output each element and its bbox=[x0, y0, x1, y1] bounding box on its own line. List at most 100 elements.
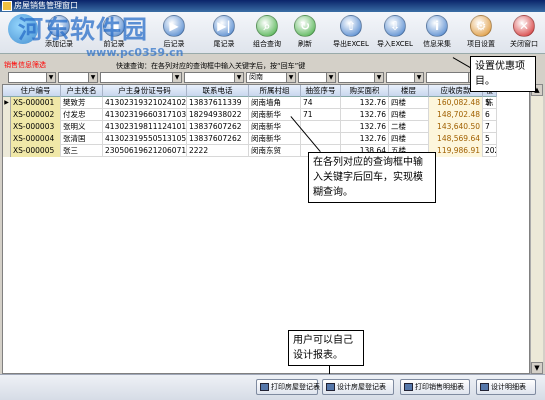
table-row[interactable]: XS-000004 张清国 413023195505131054 1383760726… bbox=[3, 133, 497, 145]
table-cell[interactable]: 413023198111241019 bbox=[103, 121, 187, 133]
chevron-down-icon[interactable]: ▼ bbox=[326, 73, 335, 82]
column-header[interactable]: 住户编号 bbox=[11, 85, 61, 97]
table-cell[interactable]: 张三 bbox=[61, 145, 103, 157]
table-cell[interactable]: 41302319321024102X bbox=[103, 97, 187, 109]
chevron-down-icon[interactable]: ▼ bbox=[286, 73, 295, 82]
row-indicator[interactable] bbox=[3, 121, 11, 133]
table-cell[interactable]: 148,569.64 bbox=[429, 133, 483, 145]
table-cell[interactable]: 闵南东贸 bbox=[249, 145, 301, 157]
table-cell[interactable]: 13837607262 bbox=[187, 121, 249, 133]
filter-select-col-7[interactable]: ▼ bbox=[338, 72, 384, 83]
column-header[interactable]: 所属村组 bbox=[249, 85, 301, 97]
row-indicator[interactable] bbox=[3, 145, 11, 157]
table-cell[interactable]: 119,986.91 bbox=[429, 145, 483, 157]
table-cell[interactable] bbox=[301, 121, 341, 133]
search-icon: ⌕ bbox=[256, 15, 278, 37]
column-header[interactable]: 联系电话 bbox=[187, 85, 249, 97]
table-cell[interactable]: XS-000003 bbox=[11, 121, 61, 133]
toolbar-button-info[interactable]: i 信息采集 bbox=[414, 13, 460, 53]
table-cell[interactable]: 132.76 bbox=[341, 97, 389, 109]
watermark-url: www.pc0359.cn bbox=[86, 46, 184, 59]
table-cell[interactable]: 闵南墙角 bbox=[249, 97, 301, 109]
table-cell[interactable]: 13837611339 bbox=[187, 97, 249, 109]
table-row[interactable]: ▶ XS-000001 樊致芳 41302319321024102X 138376113… bbox=[3, 97, 497, 109]
column-header[interactable]: 购买面积 bbox=[341, 85, 389, 97]
footer-button-4[interactable]: 设计明细表 bbox=[476, 379, 536, 395]
column-header[interactable]: 户主姓名 bbox=[61, 85, 103, 97]
toolbar-button-settings[interactable]: ⚙ 项目设置 bbox=[458, 13, 504, 53]
table-cell[interactable]: 二楼 bbox=[389, 121, 429, 133]
table-cell[interactable]: 132.76 bbox=[341, 133, 389, 145]
scroll-down-button[interactable]: ▼ bbox=[531, 362, 543, 374]
callout-pointer bbox=[452, 57, 471, 68]
footer-button-2[interactable]: 设计房屋登记表 bbox=[322, 379, 394, 395]
column-header[interactable]: 户主身份证号码 bbox=[103, 85, 187, 97]
table-cell[interactable]: XS-000002 bbox=[11, 109, 61, 121]
filter-select-col-4[interactable]: ▼ bbox=[184, 72, 244, 83]
chevron-down-icon[interactable]: ▼ bbox=[88, 73, 97, 82]
filter-select-col-3[interactable]: ▼ bbox=[100, 72, 182, 83]
table-cell[interactable]: 四楼 bbox=[389, 109, 429, 121]
chevron-down-icon[interactable]: ▼ bbox=[172, 73, 181, 82]
table-cell[interactable]: XS-000005 bbox=[11, 145, 61, 157]
toolbar-button-export[interactable]: ⇧ 导出EXCEL bbox=[328, 13, 374, 53]
table-cell[interactable]: 132.76 bbox=[341, 121, 389, 133]
table-cell[interactable]: 18294938022 bbox=[187, 109, 249, 121]
filter-select-col-8[interactable]: ▼ bbox=[386, 72, 424, 83]
table-cell[interactable]: 5 bbox=[483, 133, 497, 145]
row-indicator[interactable] bbox=[3, 109, 11, 121]
toolbar-button-label: 尾记录 bbox=[213, 40, 235, 48]
table-cell[interactable]: 413023195505131054 bbox=[103, 133, 187, 145]
table-cell[interactable]: 5 bbox=[483, 97, 497, 109]
footer-button-3[interactable]: 打印销售明细表 bbox=[400, 379, 470, 395]
filter-select-col-2[interactable]: ▼ bbox=[58, 72, 98, 83]
table-cell[interactable]: 148,702.48 bbox=[429, 109, 483, 121]
table-cell[interactable]: 160,082.48 bbox=[429, 97, 483, 109]
vertical-scrollbar[interactable]: ▲ ▼ bbox=[530, 84, 543, 374]
footer-button-label: 设计房屋登记表 bbox=[337, 383, 386, 391]
table-cell[interactable]: 付发忠 bbox=[61, 109, 103, 121]
table-cell[interactable]: 张清国 bbox=[61, 133, 103, 145]
table-cell[interactable]: 樊致芳 bbox=[61, 97, 103, 109]
table-cell[interactable]: 132.76 bbox=[341, 109, 389, 121]
chevron-down-icon[interactable]: ▼ bbox=[234, 73, 243, 82]
table-cell[interactable]: 413023196603171038 bbox=[103, 109, 187, 121]
table-cell[interactable]: 74 bbox=[301, 97, 341, 109]
toolbar-button-import[interactable]: ⇩ 导入EXCEL bbox=[372, 13, 418, 53]
table-cell[interactable]: 7 bbox=[483, 121, 497, 133]
toolbar-button-refresh[interactable]: ↻ 刷新 bbox=[282, 13, 328, 53]
row-indicator[interactable] bbox=[3, 133, 11, 145]
footer-button-1[interactable]: 打印房屋登记表 bbox=[256, 379, 320, 395]
filter-select-col-5[interactable]: 闵南 ▼ bbox=[246, 72, 296, 83]
table-cell[interactable]: 6 bbox=[483, 109, 497, 121]
table-cell[interactable]: 闵南新华 bbox=[249, 121, 301, 133]
chevron-down-icon[interactable]: ▼ bbox=[374, 73, 383, 82]
column-header[interactable]: 抽签序号 bbox=[301, 85, 341, 97]
toolbar-button-label: 组合查询 bbox=[253, 40, 281, 48]
table-cell[interactable]: 闵南新华 bbox=[249, 133, 301, 145]
table-cell[interactable]: 13837607262 bbox=[187, 133, 249, 145]
table-cell[interactable]: 四楼 bbox=[389, 133, 429, 145]
export-icon: ⇧ bbox=[340, 15, 362, 37]
data-grid: 住户编号户主姓名户主身份证号码联系电话所属村组抽签序号购买面积楼层应收房款楼栋▶… bbox=[2, 84, 530, 374]
table-cell[interactable]: XS-000004 bbox=[11, 133, 61, 145]
printer-icon bbox=[260, 383, 269, 391]
table-cell[interactable]: 143,640.50 bbox=[429, 121, 483, 133]
chevron-down-icon[interactable]: ▼ bbox=[46, 73, 55, 82]
toolbar-button-last[interactable]: ▶| 尾记录 bbox=[201, 13, 247, 53]
table-cell[interactable]: 张明义 bbox=[61, 121, 103, 133]
table-cell[interactable]: 230506196212060711 bbox=[103, 145, 187, 157]
table-cell[interactable]: 202 bbox=[483, 145, 497, 157]
filter-select-col-6[interactable]: ▼ bbox=[298, 72, 336, 83]
column-header[interactable]: 楼层 bbox=[389, 85, 429, 97]
toolbar-button-close[interactable]: ✕ 关闭窗口 bbox=[501, 13, 545, 53]
filter-select-col-1[interactable]: ▼ bbox=[8, 72, 56, 83]
table-row[interactable]: XS-000002 付发忠 413023196603171038 1829493802… bbox=[3, 109, 497, 121]
table-cell[interactable]: 2222 bbox=[187, 145, 249, 157]
table-cell[interactable]: 四楼 bbox=[389, 97, 429, 109]
table-cell[interactable]: XS-000001 bbox=[11, 97, 61, 109]
table-cell[interactable]: 71 bbox=[301, 109, 341, 121]
row-indicator[interactable]: ▶ bbox=[3, 97, 11, 109]
chevron-down-icon[interactable]: ▼ bbox=[414, 73, 423, 82]
table-row[interactable]: XS-000003 张明义 413023198111241019 1383760726… bbox=[3, 121, 497, 133]
